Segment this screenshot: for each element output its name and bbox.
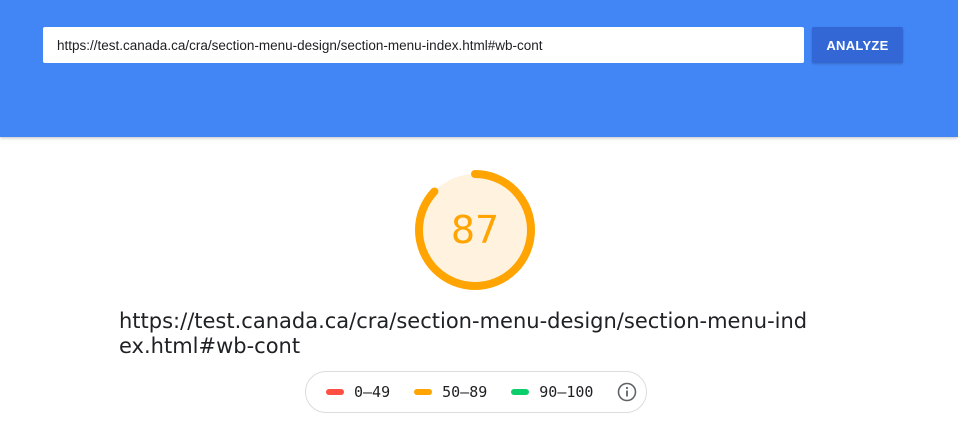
legend-item-fail: 0–49 <box>326 383 390 401</box>
score-legend: 0–49 50–89 90–100 <box>305 371 647 413</box>
fail-swatch-icon <box>326 389 344 395</box>
legend-item-pass: 90–100 <box>511 383 593 401</box>
legend-label-average: 50–89 <box>442 383 488 401</box>
info-icon[interactable] <box>617 382 637 402</box>
score-gauge: 87 <box>413 168 537 292</box>
analyze-button[interactable]: ANALYZE <box>812 27 903 63</box>
legend-item-average: 50–89 <box>414 383 487 401</box>
score-value: 87 <box>450 208 500 252</box>
final-url: https://test.canada.ca/cra/section-menu-… <box>119 309 808 358</box>
pass-swatch-icon <box>511 389 530 395</box>
average-swatch-icon <box>414 389 433 395</box>
legend-label-pass: 90–100 <box>539 383 594 401</box>
legend-label-fail: 0–49 <box>354 383 391 401</box>
url-input[interactable] <box>43 27 804 63</box>
header-bar: ANALYZE <box>0 0 958 137</box>
